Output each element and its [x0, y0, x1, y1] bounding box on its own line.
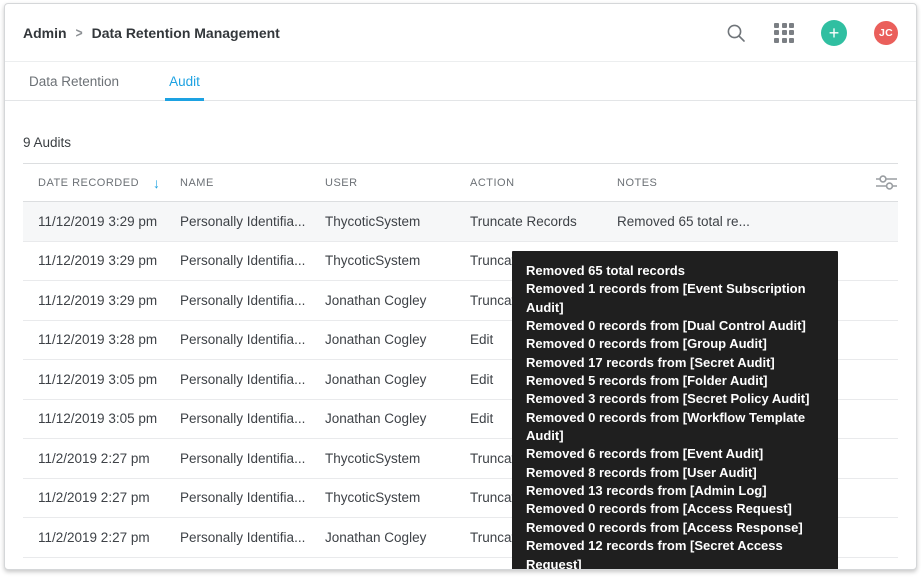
cell-date: 11/12/2019 3:29 pm	[38, 253, 158, 269]
column-header-action[interactable]: ACTION	[470, 177, 617, 189]
cell-name: Personally Identifia...	[180, 253, 306, 269]
cell-user: ThycoticSystem	[325, 213, 421, 229]
tab-data-retention[interactable]: Data Retention	[25, 62, 123, 100]
column-header-label: DATE RECORDED	[38, 176, 140, 189]
table-header-row: DATE RECORDED ↓ NAME USER ACTION NOTES	[23, 163, 898, 202]
column-header-label: USER	[325, 176, 358, 189]
page-title: Data Retention Management	[91, 24, 280, 41]
tooltip-line: Removed 6 records from [Event Audit]	[526, 446, 764, 462]
add-button[interactable]: +	[821, 19, 847, 46]
cell-date: 11/12/2019 3:05 pm	[38, 371, 158, 387]
tooltip-line: Removed 3 records from [Secret Policy Au…	[526, 391, 810, 407]
tab-audit[interactable]: Audit	[165, 62, 204, 101]
breadcrumb: Admin > Data Retention Management	[23, 24, 280, 41]
cell-name: Personally Identifia...	[180, 411, 306, 427]
tooltip-line: Removed 12 records from [Secret Access R…	[526, 538, 783, 570]
column-header-label: NOTES	[617, 176, 658, 189]
audit-count: 9 Audits	[23, 135, 72, 150]
breadcrumb-admin[interactable]: Admin	[23, 25, 67, 41]
cell-name: Personally Identifia...	[180, 450, 306, 466]
column-header-label: ACTION	[470, 176, 515, 189]
tooltip-line: Removed 0 records from [Access Request]	[526, 501, 792, 517]
cell-user: Jonathan Cogley	[325, 332, 427, 348]
cell-date: 11/2/2019 2:27 pm	[38, 490, 150, 506]
tooltip-line: Removed 0 records from [Workflow Templat…	[526, 409, 806, 444]
tooltip-line: Removed 0 records from [Group Audit]	[526, 336, 767, 352]
column-filter-sliders-icon[interactable]	[856, 174, 898, 191]
app-window: Admin > Data Retention Management + JC D…	[4, 3, 917, 570]
column-header-user[interactable]: USER	[325, 177, 470, 189]
top-actions: + JC	[725, 19, 898, 46]
tooltip-line: Removed 13 records from [Admin Log]	[526, 483, 767, 499]
cell-date: 11/12/2019 3:28 pm	[38, 332, 158, 348]
search-icon[interactable]	[725, 22, 747, 44]
sort-descending-icon: ↓	[153, 174, 161, 191]
tab-bar: Data Retention Audit	[5, 62, 916, 101]
column-header-label: NAME	[180, 176, 214, 189]
cell-user: ThycoticSystem	[325, 490, 421, 506]
cell-user: ThycoticSystem	[325, 253, 421, 269]
tooltip-line: Removed 17 records from [Secret Audit]	[526, 354, 775, 370]
cell-date: 11/12/2019 3:05 pm	[38, 411, 158, 427]
cell-name: Personally Identifia...	[180, 371, 306, 387]
cell-action: Truncate Records	[470, 213, 577, 229]
breadcrumb-chevron-icon: >	[75, 24, 83, 41]
tooltip-line: Removed 5 records from [Folder Audit]	[526, 373, 768, 389]
column-header-notes[interactable]: NOTES	[617, 177, 856, 189]
cell-date: 11/2/2019 2:27 pm	[38, 529, 150, 545]
column-header-name[interactable]: NAME	[180, 177, 325, 189]
grid-glyph	[774, 22, 794, 43]
top-bar: Admin > Data Retention Management + JC	[5, 4, 916, 62]
cell-date: 11/12/2019 3:29 pm	[38, 213, 158, 229]
tooltip-line: Removed 8 records from [User Audit]	[526, 464, 757, 480]
tab-label: Audit	[169, 73, 200, 89]
cell-name: Personally Identifia...	[180, 332, 306, 348]
cell-name: Personally Identifia...	[180, 292, 306, 308]
tooltip-line: Removed 0 records from [Access Response]	[526, 519, 803, 535]
cell-name: Personally Identifia...	[180, 490, 306, 506]
cell-user: Jonathan Cogley	[325, 529, 427, 545]
notes-tooltip: Removed 65 total records Removed 1 recor…	[512, 251, 838, 570]
cell-user: Jonathan Cogley	[325, 411, 427, 427]
user-avatar[interactable]: JC	[874, 20, 898, 45]
tooltip-line: Removed 1 records from [Event Subscripti…	[526, 281, 806, 315]
app-grid-icon[interactable]	[774, 22, 794, 43]
cell-user: ThycoticSystem	[325, 450, 421, 466]
cell-notes: Removed 65 total re...	[617, 213, 750, 229]
cell-name: Personally Identifia...	[180, 213, 306, 229]
plus-icon: +	[828, 22, 840, 43]
tooltip-line: Removed 65 total records	[526, 263, 685, 278]
column-header-date-recorded[interactable]: DATE RECORDED ↓	[38, 175, 180, 191]
tooltip-line: Removed 0 records from [Dual Control Aud…	[526, 318, 806, 334]
cell-user: Jonathan Cogley	[325, 371, 427, 387]
avatar-initials: JC	[878, 26, 894, 39]
tab-label: Data Retention	[29, 73, 120, 89]
cell-date: 11/12/2019 3:29 pm	[38, 292, 158, 308]
cell-date: 11/2/2019 2:27 pm	[38, 450, 150, 466]
table-row[interactable]: 11/12/2019 3:29 pm Personally Identifia.…	[23, 202, 898, 242]
cell-user: Jonathan Cogley	[325, 292, 427, 308]
cell-name: Personally Identifia...	[180, 529, 306, 545]
